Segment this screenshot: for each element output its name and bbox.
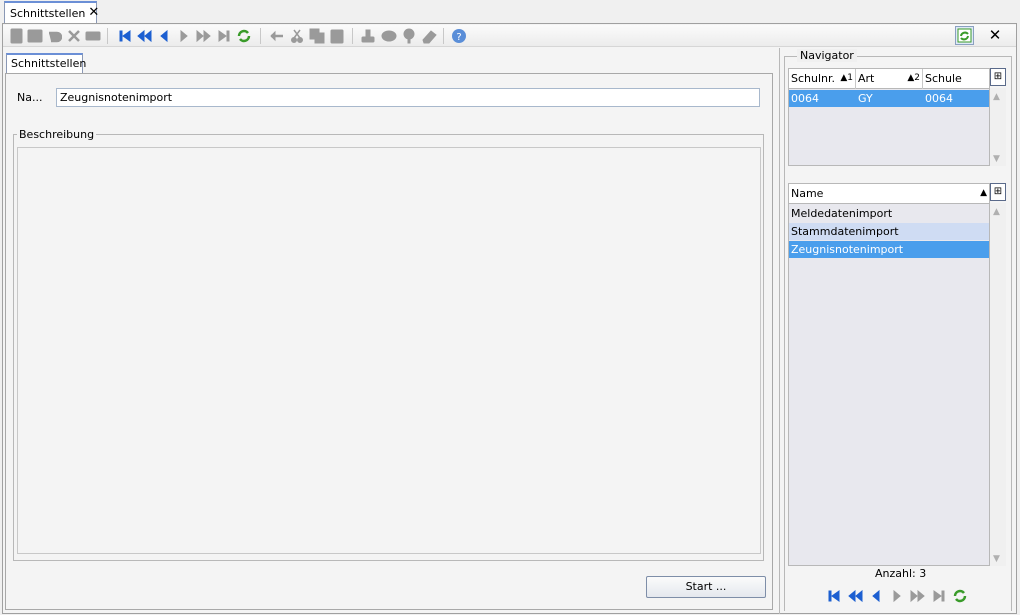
school-table[interactable]: Schulnr. ▲1 Art ▲2 Schule 0064 GY 0064: [788, 68, 990, 166]
copy-icon[interactable]: [309, 28, 326, 44]
delete-icon[interactable]: [66, 28, 83, 44]
tab-schnittstellen[interactable]: Schnittstellen: [6, 53, 86, 73]
next-icon[interactable]: [889, 588, 906, 604]
sort-asc-icon: ▲1: [840, 73, 853, 83]
description-textarea[interactable]: [17, 147, 761, 554]
interface-table-scrollbar[interactable]: ▲ ▼: [990, 203, 1006, 566]
refresh-icon[interactable]: [236, 28, 253, 44]
list-item[interactable]: Meldedatenimport: [789, 205, 989, 222]
last-icon[interactable]: [216, 28, 233, 44]
column-header-art[interactable]: Art ▲2: [856, 69, 923, 89]
document-tab-schnittstellen[interactable]: Schnittstellen ✕: [4, 1, 99, 23]
cut-icon[interactable]: [289, 28, 306, 44]
first-icon[interactable]: [826, 588, 843, 604]
column-header-name[interactable]: Name ▲: [789, 184, 989, 204]
record-count: Anzahl: 3: [875, 567, 927, 580]
list-item[interactable]: Zeugnisnotenimport: [789, 241, 989, 258]
scroll-down-icon[interactable]: ▼: [993, 554, 1000, 564]
next-icon[interactable]: [176, 28, 193, 44]
toolbar-separator: [443, 28, 444, 44]
sync-icon[interactable]: [955, 26, 974, 45]
school-table-scrollbar[interactable]: ▲ ▼: [990, 88, 1006, 166]
toolbar: ?: [3, 25, 1016, 47]
column-header-label: Name: [791, 187, 824, 200]
scroll-up-icon[interactable]: ▲: [993, 92, 1000, 102]
next-page-icon[interactable]: [196, 28, 213, 44]
print-icon[interactable]: [85, 28, 102, 44]
start-button[interactable]: Start ...: [646, 576, 766, 598]
column-header-label: Schule: [925, 72, 962, 85]
undo-icon[interactable]: [46, 28, 63, 44]
toolbar-separator: [260, 28, 261, 44]
description-label: Beschreibung: [17, 128, 97, 141]
pin-icon[interactable]: [401, 28, 418, 44]
refresh-icon[interactable]: [952, 588, 969, 604]
last-icon[interactable]: [931, 588, 948, 604]
column-header-label: Schulnr.: [791, 72, 836, 85]
table-row[interactable]: 0064 GY 0064: [789, 90, 989, 107]
prev-page-icon[interactable]: [847, 588, 864, 604]
column-config-icon[interactable]: ⊞: [990, 183, 1006, 201]
table-cell: GY: [858, 92, 873, 105]
help-icon[interactable]: ?: [451, 28, 468, 44]
table-cell: 0064: [791, 92, 819, 105]
prev-icon[interactable]: [156, 28, 173, 44]
name-label: Na...: [17, 91, 43, 104]
document-tab-label: Schnittstellen: [10, 6, 86, 20]
toolbar-separator: [352, 28, 353, 44]
school-table-header: Schulnr. ▲1 Art ▲2 Schule: [789, 69, 989, 89]
interface-table-header: Name ▲: [789, 184, 989, 204]
eraser-icon[interactable]: [421, 28, 438, 44]
table-cell: 0064: [925, 92, 953, 105]
save-icon[interactable]: [27, 28, 44, 44]
stamp-icon[interactable]: [360, 28, 377, 44]
name-input[interactable]: Zeugnisnotenimport: [56, 88, 760, 107]
list-item[interactable]: Stammdatenimport: [789, 223, 989, 240]
column-header-schule[interactable]: Schule: [923, 69, 989, 89]
scroll-down-icon[interactable]: ▼: [993, 154, 1000, 164]
column-config-icon[interactable]: ⊞: [990, 68, 1006, 86]
next-page-icon[interactable]: [910, 588, 927, 604]
paste-icon[interactable]: [329, 28, 346, 44]
toolbar-separator: [107, 28, 108, 44]
sort-asc-icon: ▲2: [907, 73, 920, 83]
prev-icon[interactable]: [868, 588, 885, 604]
close-tab-icon[interactable]: ✕: [88, 6, 99, 19]
sort-asc-icon: ▲: [980, 188, 987, 198]
first-icon[interactable]: [117, 28, 134, 44]
navigator-title: Navigator: [797, 49, 857, 62]
interface-table[interactable]: Name ▲ Meldedatenimport Stammdatenimport…: [788, 183, 990, 566]
column-header-label: Art: [858, 72, 875, 85]
new-icon[interactable]: [9, 28, 26, 44]
scroll-up-icon[interactable]: ▲: [993, 207, 1000, 217]
column-header-schulnr[interactable]: Schulnr. ▲1: [789, 69, 856, 89]
back-icon[interactable]: [269, 28, 286, 44]
prev-page-icon[interactable]: [136, 28, 153, 44]
disk-icon[interactable]: [381, 28, 398, 44]
close-window-icon[interactable]: ✕: [984, 26, 1006, 45]
svg-text:?: ?: [456, 32, 461, 43]
